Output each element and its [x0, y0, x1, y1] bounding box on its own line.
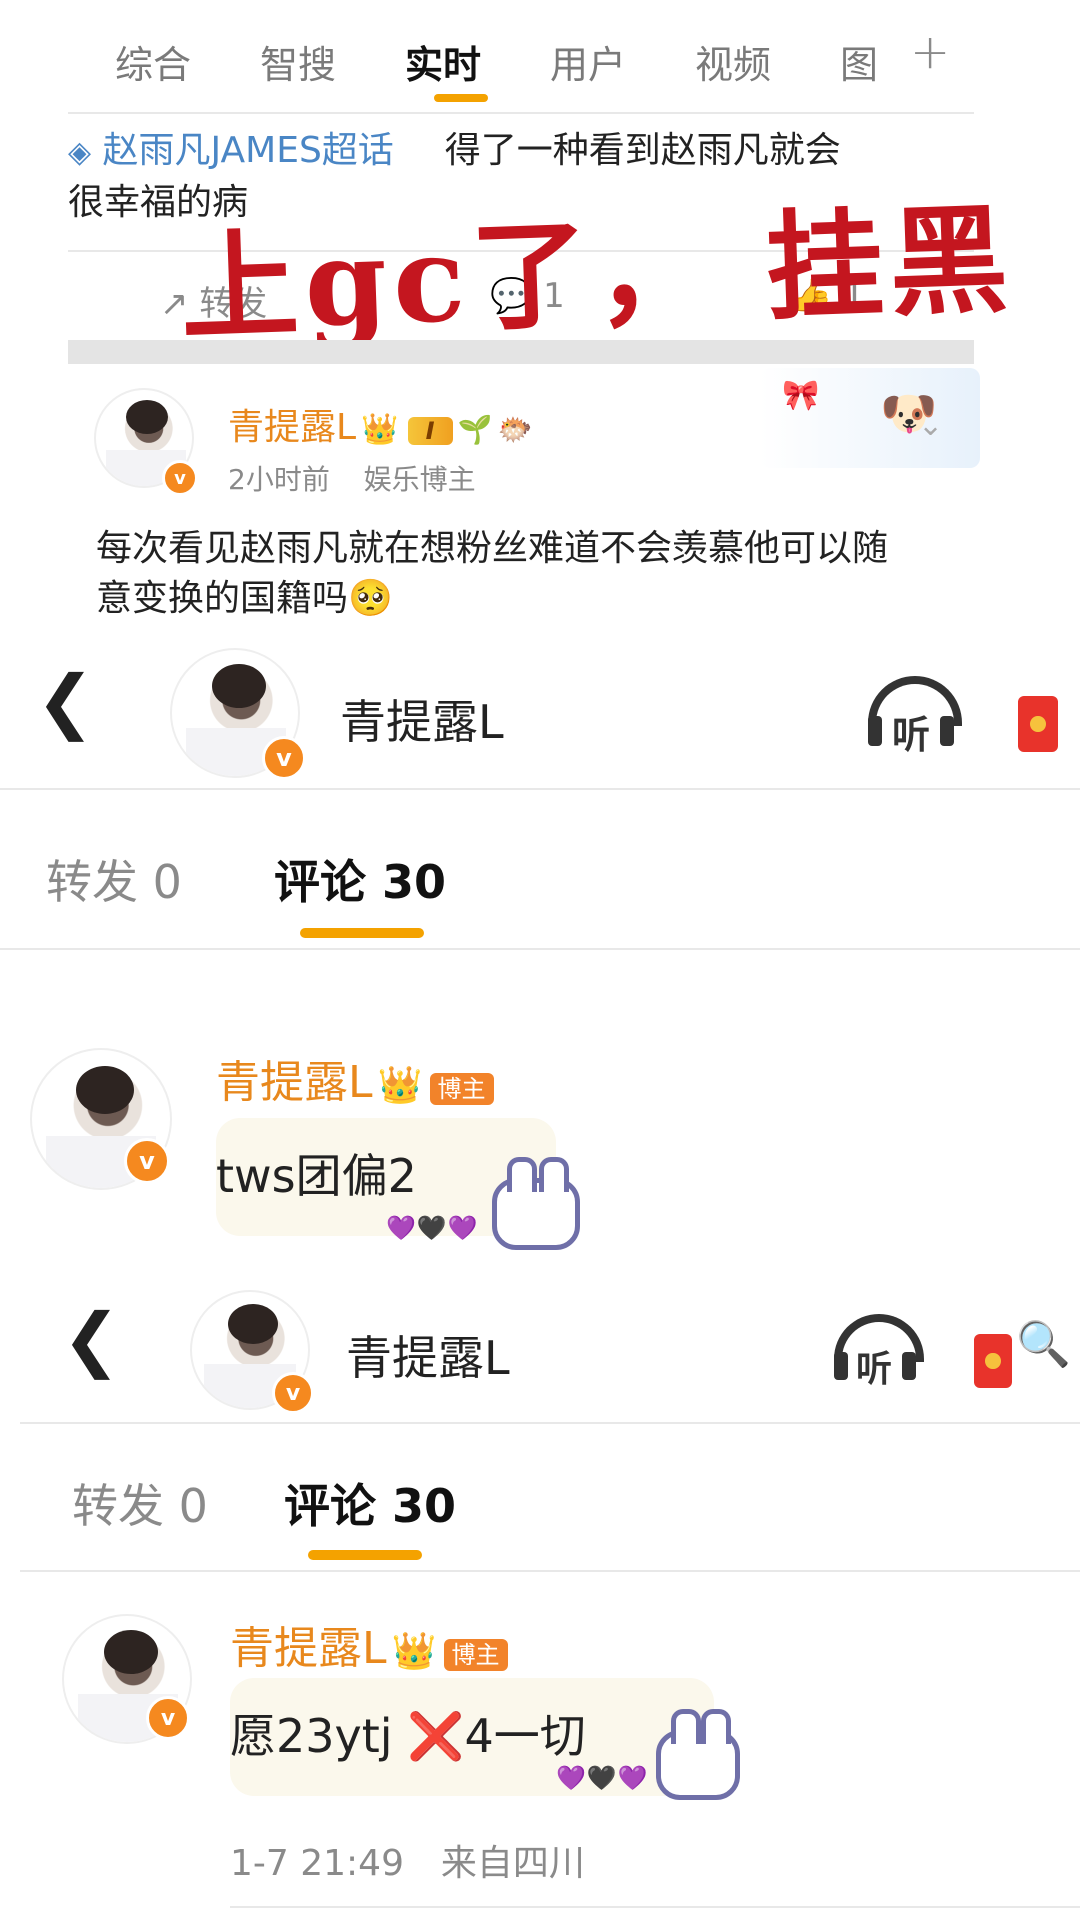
active-tab-indicator — [308, 1550, 422, 1560]
verified-badge-icon: v — [162, 460, 198, 496]
search-tabs-bar: 综合 智搜 实时 用户 视频 图 + — [70, 20, 970, 110]
diamond-icon: ◈ — [68, 135, 92, 170]
comment-location: 来自四川 — [440, 1843, 585, 1884]
divider — [20, 1422, 1080, 1424]
verified-badge-icon: v — [272, 1372, 314, 1414]
comment-author-row: 青提露L 👑 博主 — [230, 1612, 508, 1676]
comment-text[interactable]: tws团偏2 — [216, 1140, 417, 1206]
post-text: 得了一种看到赵雨凡就会 — [444, 130, 841, 171]
red-packet-icon[interactable] — [974, 1334, 1012, 1388]
add-tab-icon[interactable]: + — [910, 24, 950, 80]
tab-video[interactable]: 视频 — [695, 34, 771, 89]
username[interactable]: 青提露L — [228, 407, 356, 448]
tab-users[interactable]: 用户 — [550, 34, 626, 89]
crown-icon: 👑 — [377, 1065, 423, 1106]
tab-reposts[interactable]: 转发 0 — [46, 846, 182, 912]
fish-icon: 🐡 — [497, 413, 533, 446]
bunny-sticker-icon — [656, 1709, 740, 1800]
divider — [20, 1570, 1080, 1572]
annotation-overlay: 上gc了， 挂黑 — [178, 189, 1016, 358]
tab-comments[interactable]: 评论 30 — [274, 846, 446, 912]
tab-reposts[interactable]: 转发 0 — [72, 1470, 208, 1536]
blogger-badge: 博主 — [443, 1639, 508, 1671]
comment-time: 1-7 21:49 — [230, 1843, 404, 1884]
listen-icon-label: 听 — [856, 1349, 893, 1390]
post-author-row: 青提露L 👑 I 🌱 🐡 — [228, 398, 532, 450]
verified-badge-icon: v — [124, 1138, 170, 1184]
post-body[interactable]: 每次看见赵雨凡就在想粉丝难道不会羡慕他可以随 意变换的国籍吗🥺 — [96, 524, 976, 624]
post-time: 2小时前 — [228, 463, 330, 496]
back-button[interactable]: ❮ — [62, 1298, 121, 1380]
tab-comments[interactable]: 评论 30 — [284, 1470, 456, 1536]
divider — [230, 1906, 1080, 1908]
hearts-decoration: 💜🖤💜 — [386, 1214, 479, 1242]
crown-icon: 👑 — [361, 412, 399, 447]
author-role: 娱乐博主 — [363, 463, 476, 496]
active-tab-indicator — [300, 928, 424, 938]
crown-icon: 👑 — [391, 1631, 437, 1672]
comment-username[interactable]: 青提露L — [216, 1057, 373, 1108]
tab-realtime[interactable]: 实时 — [405, 34, 481, 89]
comment-username[interactable]: 青提露L — [230, 1623, 387, 1674]
search-icon[interactable]: 🔍 — [1016, 1318, 1071, 1370]
sprout-icon: 🌱 — [457, 413, 493, 446]
post-meta: 2小时前 娱乐博主 — [228, 458, 476, 498]
back-button[interactable]: ❮ — [36, 660, 95, 742]
listen-button[interactable]: 听 — [834, 1310, 926, 1396]
tab-images[interactable]: 图 — [840, 34, 878, 89]
level-badge: I — [407, 417, 453, 445]
comment-text[interactable]: 愿23ytj ❌4一切 — [230, 1700, 586, 1766]
topic-link[interactable]: 赵雨凡JAMES超话 — [103, 130, 394, 171]
profile-name: 青提露L — [340, 695, 504, 749]
divider — [0, 788, 1080, 790]
active-tab-indicator — [434, 94, 488, 102]
listen-button[interactable]: 听 — [868, 672, 964, 762]
section-separator — [68, 340, 974, 364]
red-packet-icon[interactable] — [1018, 696, 1058, 752]
decorative-card-background: 🐶 🎀 — [760, 368, 980, 468]
hearts-decoration: 💜🖤💜 — [556, 1764, 649, 1792]
bow-icon: 🎀 — [782, 378, 820, 413]
listen-icon-label: 听 — [892, 713, 931, 757]
pleading-face-icon: 🥺 — [348, 578, 393, 619]
comment-meta: 1-7 21:49 来自四川 — [230, 1834, 585, 1886]
chevron-down-icon[interactable]: ⌄ — [918, 408, 943, 443]
blogger-badge: 博主 — [429, 1073, 494, 1105]
tab-comprehensive[interactable]: 综合 — [115, 34, 191, 89]
tab-smart-search[interactable]: 智搜 — [260, 34, 336, 89]
bunny-sticker-icon — [492, 1157, 580, 1250]
profile-name: 青提露L — [346, 1331, 510, 1385]
comment-author-row: 青提露L 👑 博主 — [216, 1046, 494, 1110]
divider — [0, 948, 1080, 950]
verified-badge-icon: v — [262, 736, 306, 780]
verified-badge-icon: v — [146, 1696, 190, 1740]
